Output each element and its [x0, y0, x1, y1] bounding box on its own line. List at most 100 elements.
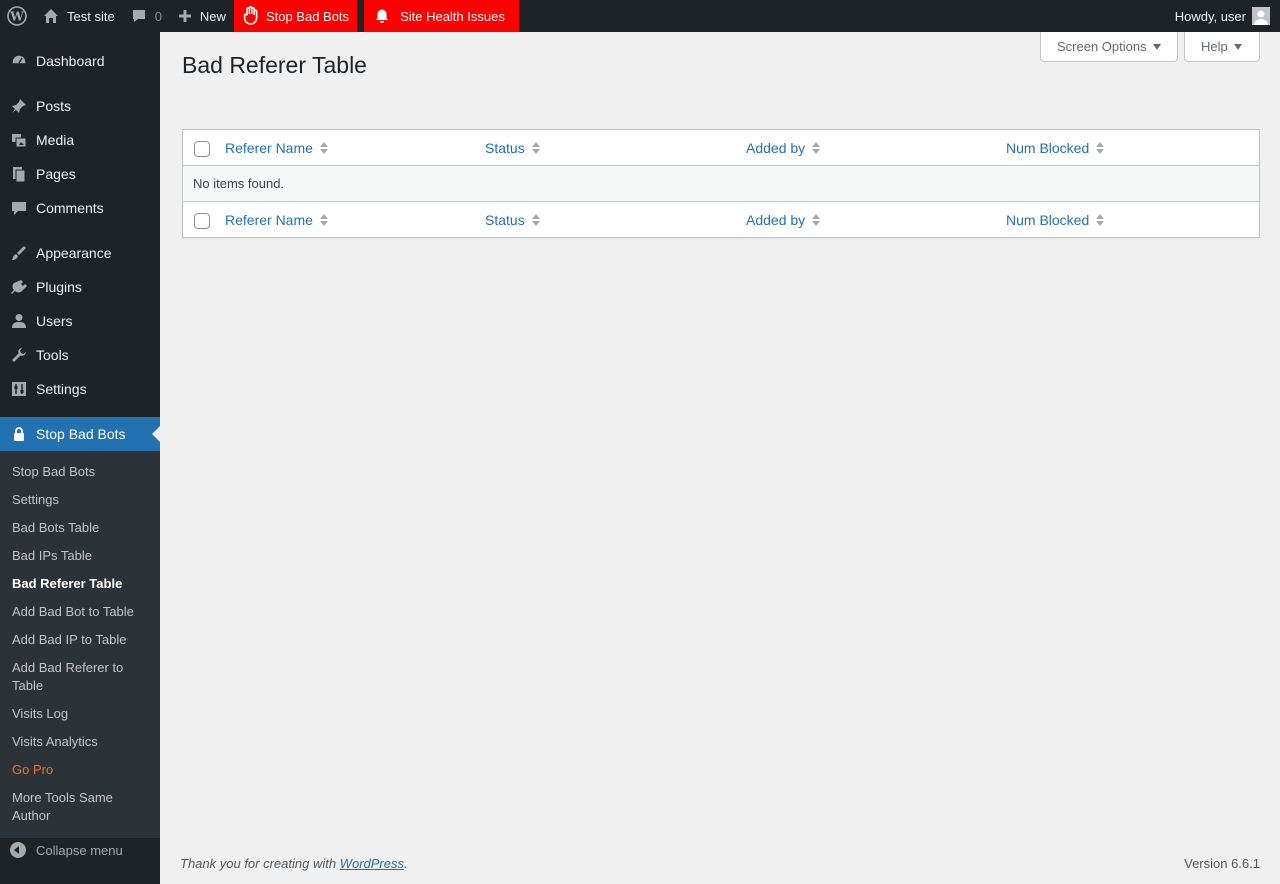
empty-message: No items found.: [193, 176, 285, 191]
comment-icon: [132, 10, 145, 22]
sort-icon: [319, 140, 329, 156]
sort-icon: [319, 212, 329, 228]
footer-thanks-prefix: Thank you for creating with: [180, 856, 340, 871]
submenu-visits-analytics[interactable]: Visits Analytics: [12, 733, 152, 751]
column-status[interactable]: Status: [485, 130, 541, 166]
column-label: Num Blocked: [1006, 212, 1090, 228]
stop-bad-bots-adminbar-menu[interactable]: Stop Bad Bots: [233, 0, 358, 32]
page-title: Bad Referer Table: [182, 52, 367, 78]
column-num-blocked[interactable]: Num Blocked: [1006, 130, 1105, 166]
menu-stop-bad-bots[interactable]: Stop Bad Bots: [0, 417, 160, 451]
wordpress-link[interactable]: WordPress: [340, 856, 404, 871]
column-label: Status: [485, 140, 525, 156]
menu-plugins[interactable]: Plugins: [0, 270, 160, 304]
footer-version: Version 6.6.1: [1184, 856, 1260, 871]
submenu-add-bad-referer[interactable]: Add Bad Referer to Table: [12, 659, 137, 695]
avatar: [1252, 7, 1270, 25]
submenu-go-pro[interactable]: Go Pro: [12, 761, 152, 779]
collapse-icon: [10, 842, 26, 858]
sort-icon: [531, 140, 541, 156]
menu-posts[interactable]: Posts: [0, 89, 160, 123]
menu-label: Pages: [36, 166, 76, 182]
site-name-menu[interactable]: Test site: [35, 0, 123, 32]
footer-thanks-suffix: .: [404, 856, 408, 871]
column-referer-name[interactable]: Referer Name: [225, 130, 329, 166]
menu-label: Stop Bad Bots: [36, 426, 126, 442]
settings-icon: [10, 380, 28, 398]
help-label: Help: [1201, 39, 1228, 54]
menu-label: Plugins: [36, 279, 82, 295]
new-label: New: [199, 8, 226, 24]
caret-down-icon: [1152, 43, 1161, 50]
column-referer-name-footer[interactable]: Referer Name: [225, 202, 329, 238]
help-button[interactable]: Help: [1184, 32, 1260, 62]
brush-icon: [10, 244, 28, 262]
select-all-checkbox[interactable]: [194, 141, 210, 157]
screen-options-button[interactable]: Screen Options: [1040, 32, 1178, 62]
column-added-by[interactable]: Added by: [746, 130, 821, 166]
submenu-add-bad-ip[interactable]: Add Bad IP to Table: [12, 631, 152, 649]
sort-icon: [811, 212, 821, 228]
menu-label: Dashboard: [36, 53, 105, 69]
submenu-settings[interactable]: Settings: [12, 491, 152, 509]
table-footer-row: Referer Name Status Added by Num Blocked: [183, 201, 1259, 237]
stop-bad-bots-label: Stop Bad Bots: [265, 8, 350, 24]
submenu-visits-log[interactable]: Visits Log: [12, 705, 152, 723]
sort-icon: [811, 140, 821, 156]
menu-settings[interactable]: Settings: [0, 372, 160, 406]
menu-pages[interactable]: Pages: [0, 157, 160, 191]
screen-options-label: Screen Options: [1057, 39, 1147, 54]
admin-sidebar: Dashboard Posts Media Pages Comments App…: [0, 32, 160, 884]
submenu-bad-ips-table[interactable]: Bad IPs Table: [12, 547, 152, 565]
howdy-text: Howdy, user: [1174, 8, 1246, 24]
menu-media[interactable]: Media: [0, 123, 160, 157]
sort-icon: [1095, 212, 1105, 228]
wordpress-logo-menu[interactable]: W: [0, 0, 35, 32]
user-icon: [10, 312, 28, 330]
lock-icon: [10, 425, 28, 443]
submenu-add-bad-bot[interactable]: Add Bad Bot to Table: [12, 603, 152, 621]
wrench-icon: [10, 346, 28, 364]
caret-down-icon: [1233, 43, 1242, 50]
new-content-menu[interactable]: New: [170, 0, 234, 32]
site-health-issues-menu[interactable]: Site Health Issues: [364, 0, 519, 32]
menu-label: Tools: [36, 347, 69, 363]
column-label: Added by: [746, 140, 806, 156]
column-label: Referer Name: [225, 212, 313, 228]
admin-bar: W Test site 0 New Stop Bad Bots Site Hea…: [0, 0, 1280, 32]
my-account-menu[interactable]: Howdy, user: [1167, 0, 1280, 32]
submenu-bad-referer-table[interactable]: Bad Referer Table: [12, 575, 152, 593]
footer-thanks: Thank you for creating with WordPress.: [180, 856, 408, 871]
bell-icon: [376, 9, 389, 23]
comments-menu[interactable]: 0: [123, 0, 170, 32]
current-menu-arrow: [152, 426, 160, 442]
dashboard-icon: [10, 52, 28, 70]
wordpress-icon: W: [7, 6, 27, 26]
column-label: Num Blocked: [1006, 140, 1090, 156]
select-all-checkbox-footer[interactable]: [194, 213, 210, 229]
column-added-by-footer[interactable]: Added by: [746, 202, 821, 238]
referer-table: Referer Name Status Added by Num Blocked…: [182, 129, 1260, 238]
collapse-menu-button[interactable]: Collapse menu: [10, 842, 123, 858]
submenu-stop-bad-bots[interactable]: Stop Bad Bots: [12, 463, 152, 481]
submenu-more-tools[interactable]: More Tools Same Author: [12, 789, 132, 825]
column-label: Status: [485, 212, 525, 228]
user-avatar-icon: [1254, 10, 1268, 25]
collapse-label: Collapse menu: [36, 842, 123, 858]
svg-text:W: W: [9, 10, 24, 24]
menu-label: Posts: [36, 98, 72, 114]
menu-tools[interactable]: Tools: [0, 338, 160, 372]
site-health-label: Site Health Issues: [400, 8, 505, 24]
column-num-blocked-footer[interactable]: Num Blocked: [1006, 202, 1105, 238]
menu-users[interactable]: Users: [0, 304, 160, 338]
column-label: Referer Name: [225, 140, 313, 156]
column-status-footer[interactable]: Status: [485, 202, 541, 238]
submenu-bad-bots-table[interactable]: Bad Bots Table: [12, 519, 152, 537]
menu-comments[interactable]: Comments: [0, 191, 160, 225]
menu-appearance[interactable]: Appearance: [0, 236, 160, 270]
menu-dashboard[interactable]: Dashboard: [0, 44, 160, 78]
comment-icon: [10, 199, 28, 217]
media-icon: [10, 131, 28, 149]
menu-label: Comments: [36, 200, 104, 216]
menu-label: Settings: [36, 381, 87, 397]
